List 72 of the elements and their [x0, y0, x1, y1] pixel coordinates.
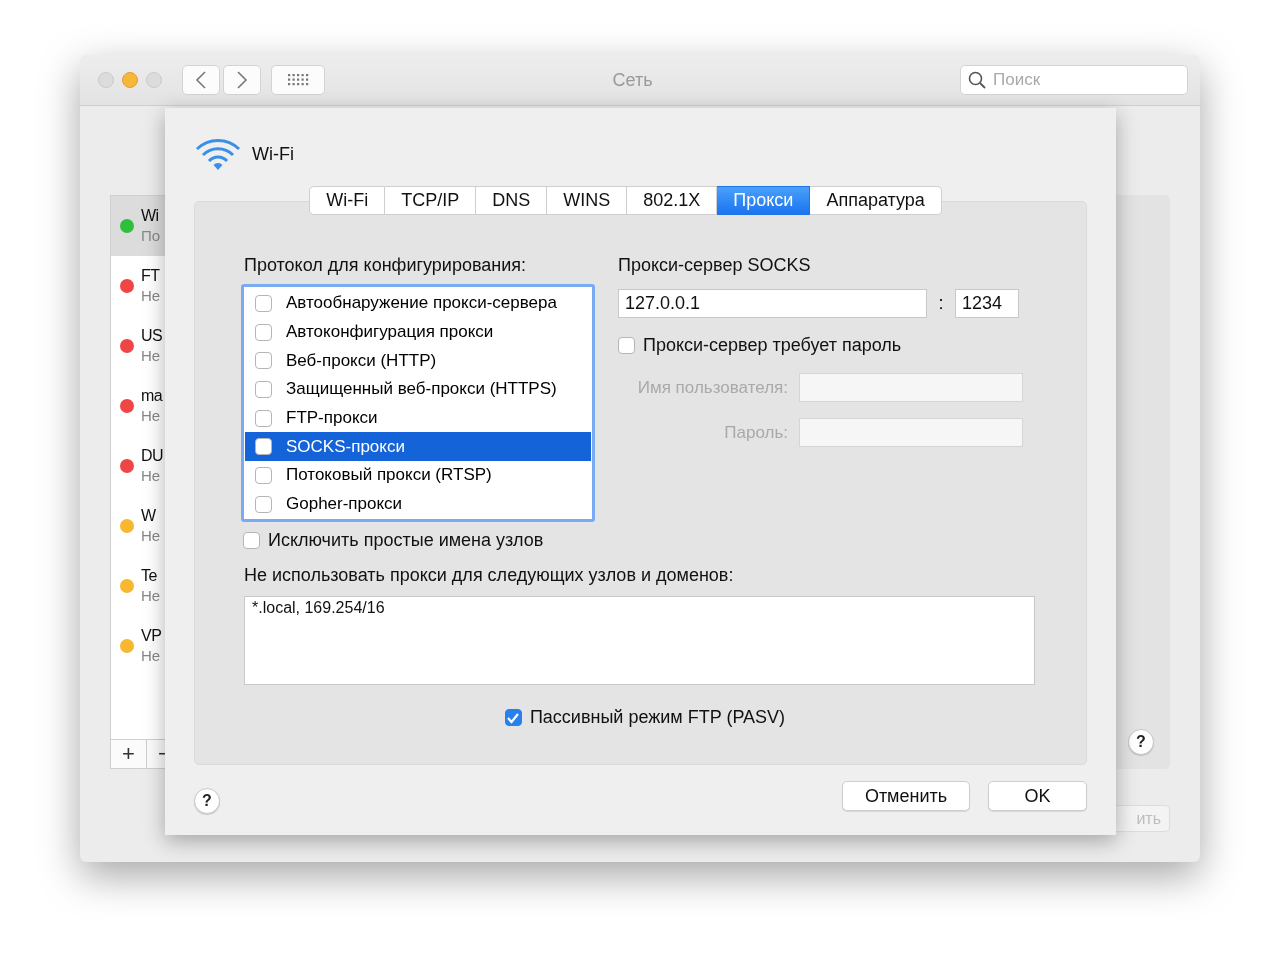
- username-label: Имя пользователя:: [636, 377, 788, 398]
- checkbox[interactable]: [618, 337, 635, 354]
- tab[interactable]: WINS: [547, 186, 628, 215]
- checkbox[interactable]: [255, 466, 272, 484]
- grid-icon: [287, 73, 309, 87]
- protocol-list[interactable]: Автообнаружение прокси-сервера Автоконфигурация прокси Веб-прокси (HTTP) Защищенный веб-прокси (HTTPS) FTP-прокси SOCKS-прокси Потоковый прокси (RTSP) Gopher-прокси: [241, 284, 595, 522]
- checkbox[interactable]: [243, 532, 260, 549]
- interface-name: Wi-Fi: [252, 143, 294, 165]
- add-button[interactable]: +: [111, 740, 147, 768]
- checkbox[interactable]: [255, 323, 272, 341]
- service-status: Не: [141, 646, 162, 666]
- service-name: FT: [141, 266, 161, 286]
- help-button[interactable]: ?: [194, 788, 220, 814]
- protocol-row[interactable]: SOCKS-прокси: [245, 432, 591, 462]
- socks-label: Прокси-сервер SOCKS: [618, 254, 812, 276]
- bypass-label: Не использовать прокси для следующих узлов и доменов:: [244, 564, 735, 586]
- tab[interactable]: TCP/IP: [385, 186, 477, 215]
- service-status: Не: [141, 346, 162, 366]
- zoom-button[interactable]: [146, 72, 162, 88]
- service-status: По: [141, 226, 161, 246]
- search-field[interactable]: Поиск: [960, 65, 1188, 95]
- close-button[interactable]: [98, 72, 114, 88]
- service-name: Wi: [141, 206, 160, 226]
- checkbox[interactable]: [255, 352, 272, 370]
- checkbox[interactable]: [255, 294, 272, 312]
- chevron-left-icon: [195, 71, 207, 89]
- tab[interactable]: Аппаратура: [810, 186, 942, 215]
- protocol-row[interactable]: FTP-прокси: [245, 403, 591, 433]
- window-title: Сеть: [611, 69, 654, 91]
- chevron-right-icon: [236, 71, 248, 89]
- service-name: DU: [141, 446, 164, 466]
- port-field[interactable]: 1234: [955, 289, 1019, 318]
- checkbox[interactable]: [255, 409, 272, 427]
- tab[interactable]: DNS: [476, 186, 548, 215]
- passive-ftp-checkbox[interactable]: Пассивный режим FTP (PASV): [504, 707, 786, 728]
- show-all-button[interactable]: [271, 65, 325, 95]
- password-label: Пароль:: [723, 422, 788, 443]
- separator: :: [937, 293, 945, 314]
- exclude-simple-names-checkbox[interactable]: Исключить простые имена узлов: [243, 530, 1046, 551]
- service-status: Не: [141, 286, 161, 306]
- minimize-button[interactable]: [122, 72, 138, 88]
- service-name: VP: [141, 626, 162, 646]
- tab[interactable]: 802.1X: [627, 186, 718, 215]
- service-name: ma: [141, 386, 163, 406]
- service-status: Не: [141, 466, 162, 486]
- service-status: Не: [141, 526, 161, 546]
- service-name: Te: [141, 566, 158, 586]
- cancel-button[interactable]: Отменить: [842, 781, 970, 811]
- protocol-row[interactable]: Потоковый прокси (RTSP): [245, 461, 591, 490]
- service-name: W: [141, 506, 157, 526]
- password-required-checkbox[interactable]: Прокси-сервер требует пароль: [618, 335, 1028, 356]
- service-status: Не: [141, 586, 161, 606]
- service-status: Не: [141, 406, 162, 426]
- checkbox[interactable]: [255, 438, 272, 456]
- protocol-row[interactable]: Веб-прокси (HTTP): [245, 346, 591, 376]
- tab[interactable]: Wi-Fi: [309, 186, 386, 215]
- server-field[interactable]: 127.0.0.1: [618, 289, 927, 318]
- help-button[interactable]: ?: [1128, 729, 1154, 755]
- checkbox[interactable]: [255, 495, 272, 513]
- checkbox[interactable]: [255, 380, 272, 398]
- wifi-icon: [194, 137, 242, 171]
- bypass-field[interactable]: *.local, 169.254/16: [244, 596, 1035, 685]
- forward-button[interactable]: [223, 65, 261, 95]
- protocol-row[interactable]: Автоконфигурация прокси: [245, 317, 591, 347]
- protocol-row[interactable]: Автообнаружение прокси-сервера: [245, 289, 591, 318]
- ok-button[interactable]: OK: [988, 781, 1087, 811]
- protocol-label: Протокол для конфигурирования:: [244, 254, 528, 276]
- service-name: US: [141, 326, 163, 346]
- protocol-row[interactable]: Защищенный веб-прокси (HTTPS): [245, 375, 591, 404]
- back-button[interactable]: [182, 65, 220, 95]
- checkbox[interactable]: [504, 709, 522, 726]
- protocol-row[interactable]: Gopher-прокси: [245, 489, 591, 519]
